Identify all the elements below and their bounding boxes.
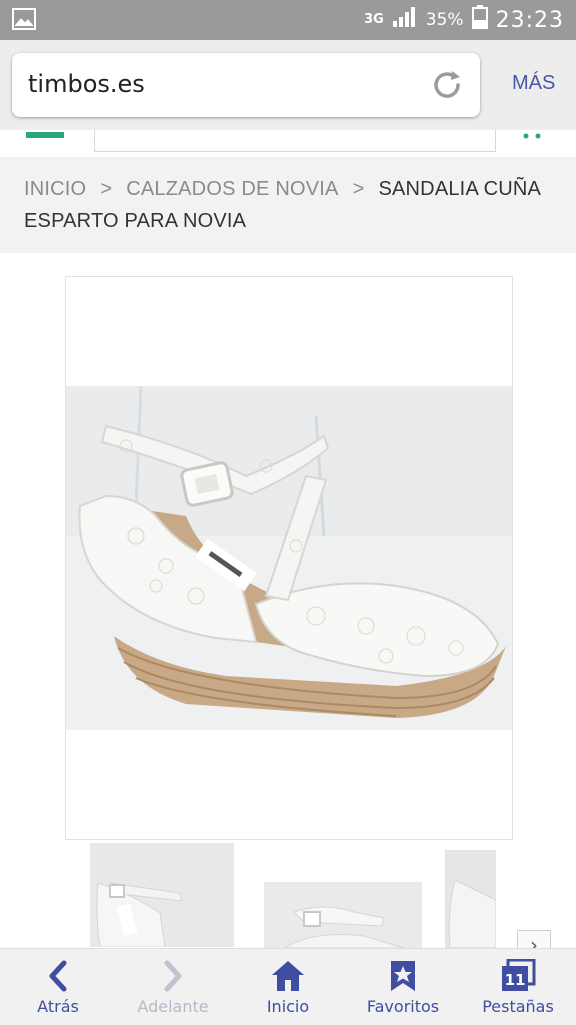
battery-icon [471,5,488,35]
home-icon [270,959,306,993]
battery-percent: 35% [425,10,464,30]
address-bar[interactable]: timbos.es [12,53,480,117]
url-text[interactable]: timbos.es [28,70,145,98]
nav-forward[interactable]: Adelante [120,949,226,1025]
more-button[interactable]: MÁS [512,72,555,95]
forward-icon [155,959,191,993]
back-icon [40,959,76,993]
nav-tabs[interactable]: 11 Pestañas [472,949,564,1025]
breadcrumb-separator: > [352,178,365,200]
breadcrumb-separator: > [100,178,113,200]
status-bar: 3G 35% 23:23 [0,0,576,40]
nav-back-label: Atrás [37,997,79,1016]
bookmark-icon [385,959,421,993]
cart-icon[interactable] [520,130,544,147]
site-menu-icon[interactable] [26,132,64,138]
nav-home[interactable]: Inicio [242,949,334,1025]
product-photo[interactable] [66,386,512,730]
thumbnail-3[interactable] [445,850,496,948]
breadcrumb: INICIO > CALZADOS DE NOVIA > SANDALIA CUÑA E… [0,157,576,253]
thumbnail-2[interactable] [264,882,422,948]
signal-icon [392,6,418,34]
breadcrumb-home[interactable]: INICIO [24,178,86,200]
network-type: 3G [364,12,384,27]
product-image-frame[interactable] [65,276,513,840]
nav-bookmarks[interactable]: Favoritos [356,949,450,1025]
browser-toolbar: timbos.es MÁS [0,40,576,130]
tabs-count-badge: 11 [505,971,526,989]
gallery-icon [12,8,36,30]
nav-back[interactable]: Atrás [10,949,106,1025]
bottom-navigation: Atrás Adelante Inicio Favoritos 11 Pesta… [0,948,576,1025]
tabs-icon: 11 [500,958,536,993]
nav-tabs-label: Pestañas [482,997,554,1016]
breadcrumb-category[interactable]: CALZADOS DE NOVIA [126,178,338,200]
nav-forward-label: Adelante [137,997,209,1016]
clock: 23:23 [495,7,564,33]
reload-icon[interactable] [428,66,466,104]
site-header [0,130,576,154]
site-search-input[interactable] [94,130,496,152]
nav-home-label: Inicio [266,997,310,1016]
thumbnail-1[interactable] [90,843,234,947]
nav-bookmarks-label: Favoritos [366,997,440,1016]
